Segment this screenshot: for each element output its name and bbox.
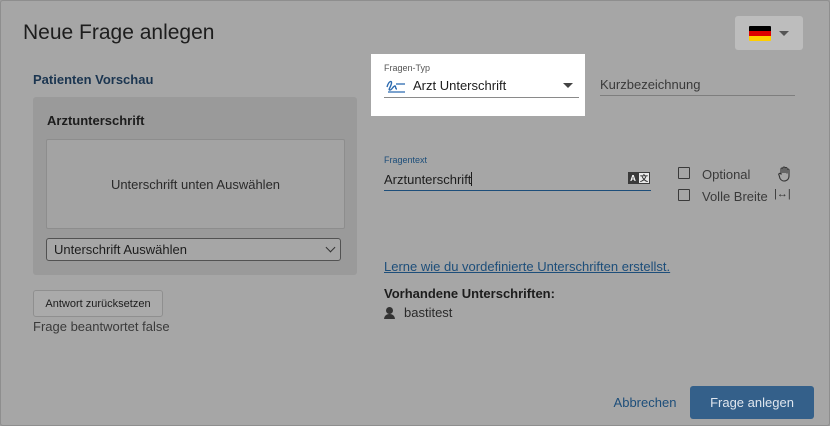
optional-checkbox[interactable]	[678, 167, 690, 179]
chevron-down-icon	[779, 30, 789, 36]
dialog-title: Neue Frage anlegen	[23, 21, 215, 44]
dropdown-arrow-icon	[563, 83, 573, 88]
signature-user-name: bastitest	[404, 305, 453, 320]
question-type-underline	[384, 97, 579, 98]
answered-status: Frage beantwortet false	[33, 319, 170, 334]
question-text-underline	[384, 190, 651, 191]
user-icon	[384, 306, 395, 319]
width-icon[interactable]: |↔|	[774, 188, 791, 200]
create-question-button[interactable]: Frage anlegen	[690, 386, 814, 419]
signature-area[interactable]: Unterschrift unten Auswählen	[46, 139, 345, 229]
question-text-input[interactable]: Arztunterschrift	[384, 172, 472, 187]
short-name-input[interactable]: Kurzbezeichnung	[600, 77, 795, 96]
question-type-value: Arzt Unterschrift	[413, 78, 507, 93]
existing-signatures-title: Vorhandene Unterschriften:	[384, 286, 555, 301]
optional-label: Optional	[702, 167, 751, 182]
preview-card-title: Arztunterschrift	[47, 113, 145, 128]
full-width-checkbox[interactable]	[678, 189, 690, 201]
list-item[interactable]: bastitest	[384, 305, 452, 320]
chevron-down-icon	[325, 242, 336, 253]
preview-card: Arztunterschrift Unterschrift unten Ausw…	[33, 97, 357, 275]
question-text-label: Fragentext	[384, 155, 428, 165]
de-flag-icon	[749, 25, 771, 41]
signature-select-value: Unterschrift Auswählen	[54, 242, 187, 257]
learn-signatures-link[interactable]: Lerne wie du vordefinierte Unterschrifte…	[384, 259, 670, 274]
new-question-dialog: Neue Frage anlegen Patienten Vorschau Ar…	[0, 0, 830, 426]
reset-answer-button[interactable]: Antwort zurücksetzen	[33, 290, 163, 317]
full-width-label: Volle Breite	[702, 189, 768, 204]
translate-icon[interactable]: A文	[628, 172, 650, 184]
signature-placeholder: Unterschrift unten Auswählen	[110, 176, 281, 192]
signature-icon	[386, 80, 405, 93]
question-type-select[interactable]: Fragen-Typ Arzt Unterschrift	[371, 54, 585, 116]
question-type-label: Fragen-Typ	[384, 63, 431, 73]
patient-preview-heading: Patienten Vorschau	[33, 72, 154, 87]
signature-select[interactable]: Unterschrift Auswählen	[46, 238, 341, 261]
cancel-button[interactable]: Abbrechen	[605, 386, 685, 419]
language-selector[interactable]	[735, 16, 803, 50]
hand-icon[interactable]	[777, 165, 793, 182]
